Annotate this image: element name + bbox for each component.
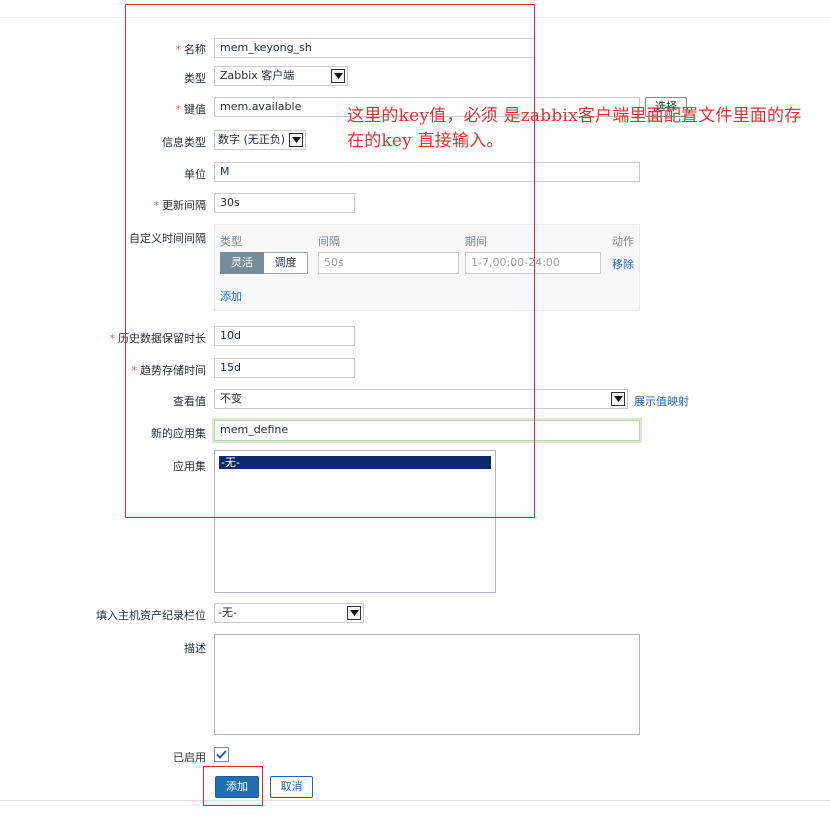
annotation-add-button-box [203, 766, 263, 806]
description-textarea[interactable] [214, 634, 640, 735]
cancel-button[interactable]: 取消 [270, 776, 313, 798]
checkmark-icon [216, 750, 227, 759]
annotation-highlight-box [125, 4, 535, 518]
inventory-field-select[interactable]: -无- [214, 603, 364, 623]
enabled-checkbox[interactable] [214, 747, 229, 762]
annotation-note: 这里的key值，必须 是zabbix客户端里面配置文件里面的存在的key 直接输… [347, 106, 802, 151]
chevron-down-icon [611, 392, 625, 406]
chevron-down-icon [347, 606, 361, 620]
bottom-divider [0, 800, 830, 801]
description-label: 描述 [184, 642, 206, 655]
value-mapping-link[interactable]: 展示值映射 [634, 393, 689, 409]
enabled-label: 已启用 [173, 751, 206, 764]
col-action-header: 动作 [612, 235, 634, 248]
remove-link[interactable]: 移除 [612, 256, 634, 272]
inventory-field-label: 填入主机资产纪录栏位 [96, 609, 206, 622]
